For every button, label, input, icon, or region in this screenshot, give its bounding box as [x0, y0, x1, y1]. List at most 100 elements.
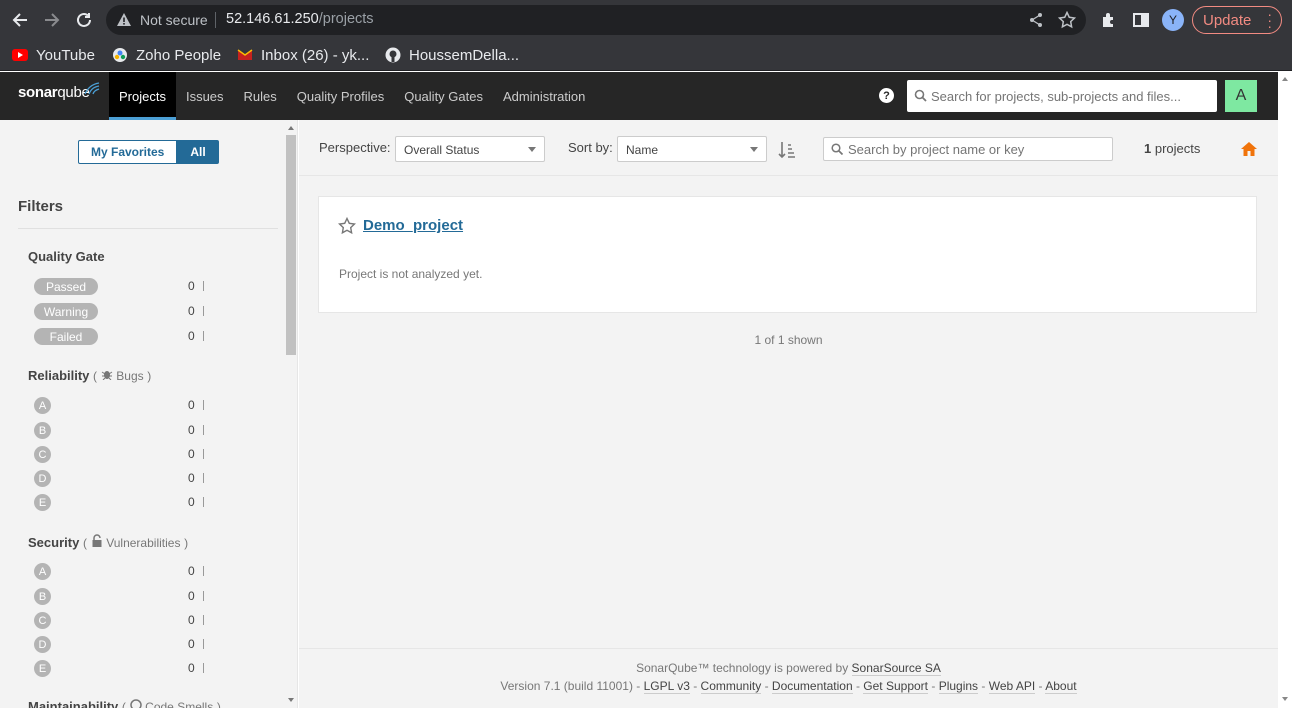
address-bar[interactable]: Not secure 52.146.61.250/projects [106, 5, 1086, 35]
about-link[interactable]: About [1045, 679, 1077, 694]
favorite-star-icon[interactable] [338, 217, 356, 235]
browser-profile-avatar[interactable]: Y [1162, 9, 1184, 31]
arrow-left-icon [12, 13, 27, 27]
maintainability-title: Maintainability ( Code Smells ) [28, 699, 221, 708]
scroll-down-icon[interactable] [1278, 694, 1292, 704]
filter-row-warning[interactable]: Warning 0 [28, 301, 208, 323]
back-button[interactable] [8, 8, 32, 32]
rating-badge: B [34, 422, 51, 439]
search-icon [831, 143, 843, 155]
rating-badge: B [34, 588, 51, 605]
project-card: Demo_project Project is not analyzed yet… [318, 196, 1257, 313]
bookmark-star-icon[interactable] [1058, 11, 1076, 29]
sidebar-scroll-thumb[interactable] [286, 135, 296, 355]
rating-badge: D [34, 636, 51, 653]
plugins-link[interactable]: Plugins [938, 679, 979, 694]
browser-toolbar: Not secure 52.146.61.250/projects Y Upda… [0, 0, 1292, 40]
favorites-toggle: My Favorites All [78, 140, 219, 164]
filter-count: 0 [188, 495, 195, 509]
sidebar-scroll-down-icon[interactable] [286, 696, 296, 704]
footer-separator: - [978, 679, 989, 693]
page-scrollbar[interactable] [1278, 72, 1292, 708]
filter-count: 0 [188, 398, 195, 412]
filter-row-rating-d[interactable]: D0 [28, 634, 208, 656]
nav-projects[interactable]: Projects [109, 72, 176, 120]
section-sub: Bugs [116, 369, 144, 383]
main-menu: Projects Issues Rules Quality Profiles Q… [109, 72, 595, 120]
get-support-link[interactable]: Get Support [863, 679, 929, 694]
reload-button[interactable] [72, 8, 96, 32]
sort-select[interactable]: Name [617, 136, 767, 162]
help-icon[interactable]: ? [879, 88, 894, 103]
filter-row-rating-a[interactable]: A0 [28, 561, 208, 583]
filter-row-rating-b[interactable]: B0 [28, 420, 208, 442]
filter-bar [203, 306, 204, 316]
global-search-input[interactable] [931, 80, 1211, 112]
nav-issues[interactable]: Issues [176, 72, 234, 120]
project-search-input[interactable] [848, 138, 1108, 160]
nav-quality-gates[interactable]: Quality Gates [394, 72, 493, 120]
home-icon[interactable] [1240, 141, 1258, 157]
section-label: Reliability [28, 368, 90, 383]
filter-row-rating-e[interactable]: E0 [28, 658, 208, 680]
sonarqube-logo[interactable]: sonarqube [18, 82, 100, 101]
my-favorites-button[interactable]: My Favorites [78, 140, 178, 164]
sonarsource-link[interactable]: SonarSource SA [851, 661, 941, 676]
footer-separator: - [761, 679, 772, 693]
projects-count-number: 1 [1144, 141, 1152, 156]
footer-powered-text: SonarQube™ technology is powered by [636, 661, 849, 675]
sort-order-icon[interactable] [778, 141, 796, 159]
filter-row-failed[interactable]: Failed 0 [28, 326, 208, 348]
nav-administration[interactable]: Administration [493, 72, 595, 120]
share-icon[interactable] [1028, 12, 1044, 28]
filter-count: 0 [188, 589, 195, 603]
filter-row-rating-e[interactable]: E0 [28, 492, 208, 514]
global-search[interactable] [907, 80, 1217, 112]
nav-quality-profiles[interactable]: Quality Profiles [287, 72, 394, 120]
documentation-link[interactable]: Documentation [771, 679, 853, 694]
side-panel-icon[interactable] [1132, 11, 1150, 29]
project-search[interactable] [823, 137, 1113, 161]
filter-count: 0 [188, 279, 195, 293]
update-button[interactable]: Update · · · [1192, 6, 1282, 34]
project-name-link[interactable]: Demo_project [363, 217, 463, 234]
sidebar-scroll-up-icon[interactable] [286, 124, 296, 132]
lgpl-link[interactable]: LGPL v3 [643, 679, 690, 694]
filter-count: 0 [188, 564, 195, 578]
filters-title: Filters [18, 198, 64, 215]
sonar-wave-icon [84, 82, 100, 95]
bookmark-gmail[interactable]: Inbox (26) - yk... [237, 44, 369, 66]
scroll-up-icon[interactable] [1278, 74, 1292, 84]
extensions-icon[interactable] [1100, 11, 1118, 29]
filter-row-rating-c[interactable]: C0 [28, 610, 208, 632]
perspective-label: Perspective: [319, 140, 391, 155]
filter-row-passed[interactable]: Passed 0 [28, 276, 208, 298]
user-avatar[interactable]: A [1225, 80, 1257, 112]
filter-count: 0 [188, 304, 195, 318]
zoho-icon [112, 47, 128, 63]
filter-row-rating-d[interactable]: D0 [28, 468, 208, 490]
web-api-link[interactable]: Web API [988, 679, 1036, 694]
forward-button[interactable] [40, 8, 64, 32]
bookmark-zoho[interactable]: Zoho People [112, 44, 221, 66]
filter-bar [203, 497, 204, 507]
footer-separator: - [1035, 679, 1046, 693]
filter-row-rating-a[interactable]: A0 [28, 395, 208, 417]
filter-row-rating-b[interactable]: B0 [28, 586, 208, 608]
community-link[interactable]: Community [700, 679, 762, 694]
bookmark-youtube[interactable]: YouTube [12, 44, 95, 66]
bookmark-github[interactable]: HoussemDella... [385, 44, 519, 66]
all-button[interactable]: All [177, 140, 219, 164]
filter-row-rating-c[interactable]: C0 [28, 444, 208, 466]
section-label: Security [28, 535, 80, 550]
logo-text-bold: sonar [18, 84, 58, 101]
address-divider [215, 12, 216, 28]
filter-count: 0 [188, 661, 195, 675]
bookmarks-bar: YouTube Zoho People Inbox (26) - yk... H… [0, 40, 1292, 71]
perspective-select[interactable]: Overall Status [395, 136, 545, 162]
divider [18, 228, 278, 229]
filter-bar [203, 449, 204, 459]
section-sub-close: ) [147, 369, 152, 383]
filter-bar [203, 281, 204, 291]
nav-rules[interactable]: Rules [234, 72, 287, 120]
